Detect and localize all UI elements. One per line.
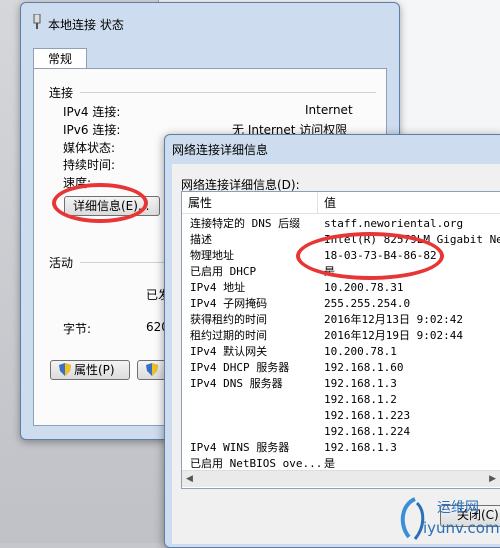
table-row[interactable]: 已启用 NetBIOS ove... 是	[182, 456, 500, 471]
ipv4-connectivity-label: IPv4 连接:	[63, 105, 121, 119]
tab-general[interactable]: 常规	[33, 48, 87, 69]
table-row[interactable]: IPv4 子网掩码 255.255.254.0	[182, 296, 500, 311]
horizontal-scrollbar[interactable]: ◀ ▶	[182, 470, 500, 487]
ipv4-connectivity-value: Internet	[305, 103, 353, 117]
disable-button[interactable]	[137, 360, 167, 380]
highlight-oval-mac	[296, 232, 444, 280]
property-cell: IPv4 DHCP 服务器	[190, 361, 290, 374]
value-cell: 10.200.78.1	[324, 345, 397, 358]
property-cell: IPv4 子网掩码	[190, 297, 268, 310]
property-cell: IPv4 地址	[190, 281, 246, 294]
column-header-value[interactable]: 值	[318, 192, 500, 214]
value-cell: 2016年12月13日 9:02:42	[324, 313, 463, 326]
details-window-title: 网络连接详细信息	[172, 143, 269, 157]
value-cell: 255.255.254.0	[324, 297, 411, 310]
value-cell: 192.168.1.60	[324, 361, 404, 374]
property-cell: 已启用 NetBIOS ove...	[190, 457, 323, 470]
highlight-oval-details	[52, 183, 148, 223]
value-cell: 10.200.78.31	[324, 281, 404, 294]
activity-section-heading: 活动	[49, 256, 74, 270]
connection-section-heading: 连接	[49, 86, 74, 100]
value-cell: 192.168.1.3	[324, 377, 397, 390]
table-row[interactable]: IPv4 默认网关 10.200.78.1	[182, 344, 500, 359]
column-header-property[interactable]: 属性	[182, 192, 318, 214]
watermark-line2: iyunv.com	[423, 519, 500, 537]
property-cell: IPv4 WINS 服务器	[190, 441, 290, 454]
property-cell: 已启用 DHCP	[190, 265, 257, 278]
property-cell: 物理地址	[190, 249, 234, 262]
property-cell: 描述	[190, 233, 212, 246]
table-row[interactable]: 192.168.1.224	[182, 424, 500, 439]
value-cell: staff.neworiental.org	[324, 217, 464, 230]
duration-label: 持续时间:	[63, 158, 116, 172]
value-cell: 192.168.1.3	[324, 441, 397, 454]
table-row[interactable]: 192.168.1.2	[182, 392, 500, 407]
network-adapter-icon	[33, 14, 41, 29]
value-cell: 192.168.1.2	[324, 393, 397, 406]
ipv6-connectivity-label: IPv6 连接:	[63, 123, 121, 137]
status-window-title: 本地连接 状态	[48, 18, 124, 32]
value-cell: 2016年12月19日 9:02:44	[324, 329, 463, 342]
uac-shield-icon	[146, 363, 158, 376]
table-row[interactable]: IPv4 DHCP 服务器 192.168.1.60	[182, 360, 500, 375]
table-row[interactable]: IPv4 WINS 服务器 192.168.1.3	[182, 440, 500, 455]
property-cell: 连接特定的 DNS 后缀	[190, 217, 301, 230]
property-cell: 获得租约的时间	[190, 313, 267, 326]
table-row[interactable]: IPv4 DNS 服务器 192.168.1.3	[182, 376, 500, 391]
bytes-label: 字节:	[63, 322, 92, 336]
scroll-left-icon[interactable]: ◀	[186, 474, 193, 484]
properties-button[interactable]: 属性(P)	[50, 360, 130, 380]
section-divider	[80, 92, 376, 93]
table-row[interactable]: 192.168.1.223	[182, 408, 500, 423]
table-row[interactable]: 获得租约的时间 2016年12月13日 9:02:42	[182, 312, 500, 327]
table-row[interactable]: 租约过期的时间 2016年12月19日 9:02:44	[182, 328, 500, 343]
value-cell: 192.168.1.223	[324, 409, 411, 422]
watermark: 运维网 iyunv.com	[395, 495, 500, 543]
properties-button-label: 属性(P)	[74, 363, 115, 377]
uac-shield-icon	[59, 363, 71, 376]
table-row[interactable]: 连接特定的 DNS 后缀 staff.neworiental.org	[182, 216, 500, 231]
media-state-label: 媒体状态:	[63, 141, 116, 155]
property-cell: IPv4 默认网关	[190, 345, 268, 358]
value-cell: 是	[324, 457, 335, 470]
property-cell: 租约过期的时间	[190, 329, 267, 342]
scroll-right-icon[interactable]: ▶	[489, 474, 496, 484]
watermark-line1: 运维网	[437, 500, 479, 516]
property-cell: IPv4 DNS 服务器	[190, 377, 283, 390]
value-cell: 192.168.1.224	[324, 425, 411, 438]
table-row[interactable]: IPv4 地址 10.200.78.31	[182, 280, 500, 295]
section-divider	[80, 262, 170, 263]
